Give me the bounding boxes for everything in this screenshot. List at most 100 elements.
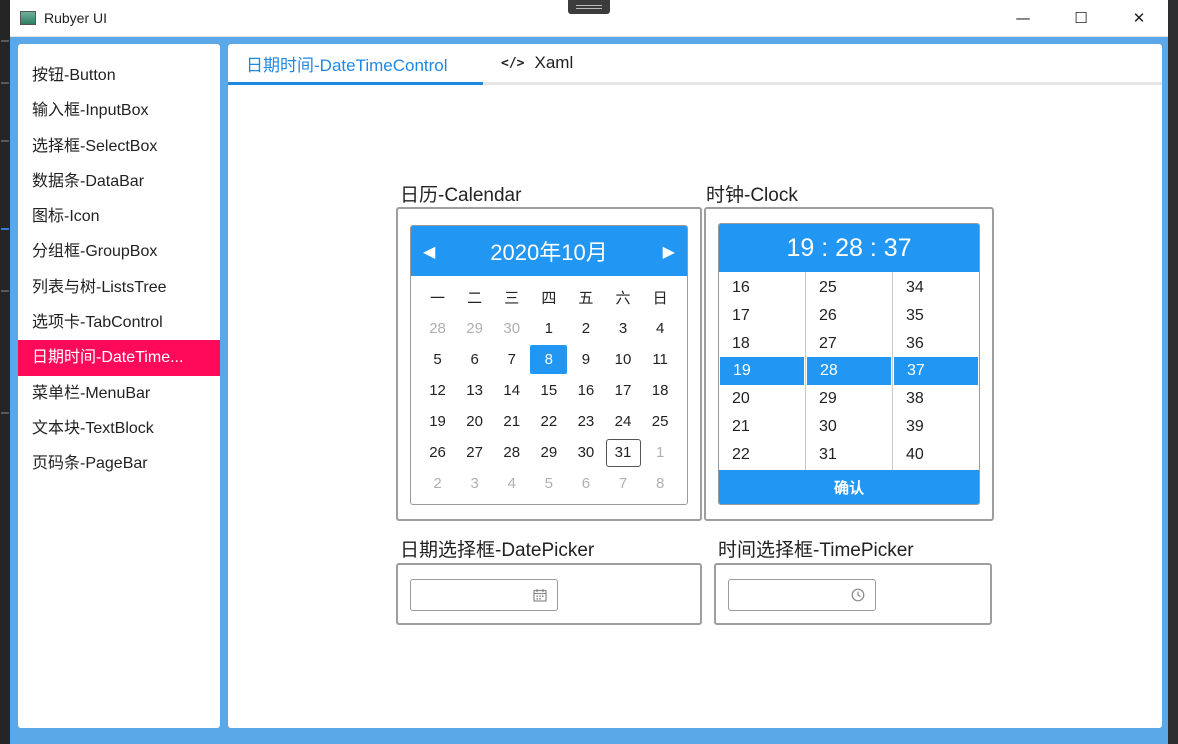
calendar-day[interactable]: 31 (604, 437, 641, 468)
calendar-day[interactable]: 1 (642, 437, 679, 468)
calendar-day[interactable]: 16 (567, 375, 604, 406)
calendar-day[interactable]: 7 (493, 344, 530, 375)
window-title: Rubyer UI (44, 10, 108, 26)
month-title[interactable]: 2020年10月 (490, 235, 607, 267)
calendar-day[interactable]: 18 (642, 375, 679, 406)
hours-column[interactable]: 16 17 18 19 20 21 22 (719, 272, 806, 470)
next-month-icon[interactable]: ▶ (663, 242, 675, 261)
calendar-day[interactable]: 19 (419, 406, 456, 437)
sidebar-item-inputbox[interactable]: 输入框-InputBox (18, 93, 220, 128)
second-option[interactable]: 38 (893, 385, 979, 413)
calendar-day[interactable]: 26 (419, 437, 456, 468)
calendar-day[interactable]: 3 (456, 468, 493, 499)
second-option[interactable]: 39 (893, 413, 979, 441)
calendar-day[interactable]: 11 (642, 344, 679, 375)
calendar-day[interactable]: 13 (456, 375, 493, 406)
minutes-column[interactable]: 25 26 27 28 29 30 31 (806, 272, 893, 470)
title-bar[interactable]: Rubyer UI — ☐ ✕ (10, 0, 1168, 37)
calendar-day[interactable]: 30 (567, 437, 604, 468)
calendar-day[interactable]: 4 (493, 468, 530, 499)
seconds-column[interactable]: 34 35 36 37 38 39 40 (893, 272, 979, 470)
hour-option[interactable]: 16 (719, 274, 805, 302)
confirm-button[interactable]: 确认 (719, 470, 979, 504)
calendar-day[interactable]: 5 (419, 344, 456, 375)
previous-month-icon[interactable]: ◀ (423, 242, 435, 261)
clock-time-display: 19 : 28 : 37 (719, 224, 979, 272)
calendar-day[interactable]: 25 (642, 406, 679, 437)
sidebar-item-tabcontrol[interactable]: 选项卡-TabControl (18, 305, 220, 340)
second-option[interactable]: 37 (894, 357, 978, 386)
calendar-day[interactable]: 21 (493, 406, 530, 437)
hour-option[interactable]: 17 (719, 302, 805, 330)
calendar-day[interactable]: 6 (456, 344, 493, 375)
hour-option[interactable]: 20 (719, 385, 805, 413)
calendar-day[interactable]: 14 (493, 375, 530, 406)
sidebar-item-icon[interactable]: 图标-Icon (18, 199, 220, 234)
minute-option[interactable]: 30 (806, 413, 892, 441)
calendar-day[interactable]: 17 (604, 375, 641, 406)
calendar-day[interactable]: 10 (604, 344, 641, 375)
calendar-day[interactable]: 27 (456, 437, 493, 468)
calendar-day[interactable]: 29 (456, 313, 493, 344)
sidebar-item-textblock[interactable]: 文本块-TextBlock (18, 411, 220, 446)
tab-datetimecontrol[interactable]: 日期时间-DateTimeControl (228, 44, 483, 85)
calendar-day[interactable]: 2 (419, 468, 456, 499)
calendar-day[interactable]: 29 (530, 437, 567, 468)
clock-icon[interactable] (851, 588, 865, 602)
calendar-day[interactable]: 28 (419, 313, 456, 344)
minute-option[interactable]: 25 (806, 274, 892, 302)
sidebar-item-button[interactable]: 按钮-Button (18, 58, 220, 93)
minute-option[interactable]: 31 (806, 441, 892, 469)
calendar-icon[interactable] (533, 588, 547, 602)
close-button[interactable]: ✕ (1110, 0, 1168, 36)
calendar-day[interactable]: 7 (604, 468, 641, 499)
calendar-day[interactable]: 8 (530, 344, 568, 375)
background-line (1, 228, 9, 230)
calendar-day[interactable]: 28 (493, 437, 530, 468)
hour-option[interactable]: 19 (720, 357, 804, 386)
second-option[interactable]: 34 (893, 274, 979, 302)
calendar-day[interactable]: 9 (567, 344, 604, 375)
calendar-day[interactable]: 30 (493, 313, 530, 344)
calendar-day[interactable]: 5 (530, 468, 567, 499)
day-number: 15 (540, 382, 558, 399)
calendar-day[interactable]: 22 (530, 406, 567, 437)
minute-option[interactable]: 28 (807, 357, 891, 386)
sidebar-item-liststree[interactable]: 列表与树-ListsTree (18, 270, 220, 305)
date-picker-input[interactable] (410, 579, 558, 611)
code-icon: </> (501, 55, 525, 71)
second-option[interactable]: 35 (893, 302, 979, 330)
minute-option[interactable]: 29 (806, 385, 892, 413)
drag-handle[interactable] (568, 0, 610, 14)
calendar-day[interactable]: 8 (642, 468, 679, 499)
hour-option[interactable]: 18 (719, 330, 805, 358)
hour-option[interactable]: 21 (719, 413, 805, 441)
tab-xaml[interactable]: </> Xaml (483, 44, 573, 82)
minute-option[interactable]: 26 (806, 302, 892, 330)
second-option[interactable]: 40 (893, 441, 979, 469)
day-number: 8 (655, 475, 665, 492)
day-number: 10 (614, 351, 632, 368)
calendar-day[interactable]: 12 (419, 375, 456, 406)
sidebar-item-groupbox[interactable]: 分组框-GroupBox (18, 234, 220, 269)
second-option[interactable]: 36 (893, 330, 979, 358)
calendar-day[interactable]: 2 (567, 313, 604, 344)
sidebar-item-pagebar[interactable]: 页码条-PageBar (18, 446, 220, 481)
minute-option[interactable]: 27 (806, 330, 892, 358)
sidebar-item-menubar[interactable]: 菜单栏-MenuBar (18, 376, 220, 411)
minimize-button[interactable]: — (994, 0, 1052, 36)
sidebar-item-selectbox[interactable]: 选择框-SelectBox (18, 129, 220, 164)
calendar-day[interactable]: 24 (604, 406, 641, 437)
calendar-day[interactable]: 3 (604, 313, 641, 344)
sidebar-item-databar[interactable]: 数据条-DataBar (18, 164, 220, 199)
sidebar-item-datetime[interactable]: 日期时间-DateTime... (18, 340, 220, 376)
calendar-day[interactable]: 15 (530, 375, 567, 406)
hour-option[interactable]: 22 (719, 441, 805, 469)
calendar-day[interactable]: 6 (567, 468, 604, 499)
calendar-day[interactable]: 4 (642, 313, 679, 344)
calendar-day[interactable]: 1 (530, 313, 567, 344)
calendar-day[interactable]: 23 (567, 406, 604, 437)
maximize-button[interactable]: ☐ (1052, 0, 1110, 36)
calendar-day[interactable]: 20 (456, 406, 493, 437)
time-picker-input[interactable] (728, 579, 876, 611)
